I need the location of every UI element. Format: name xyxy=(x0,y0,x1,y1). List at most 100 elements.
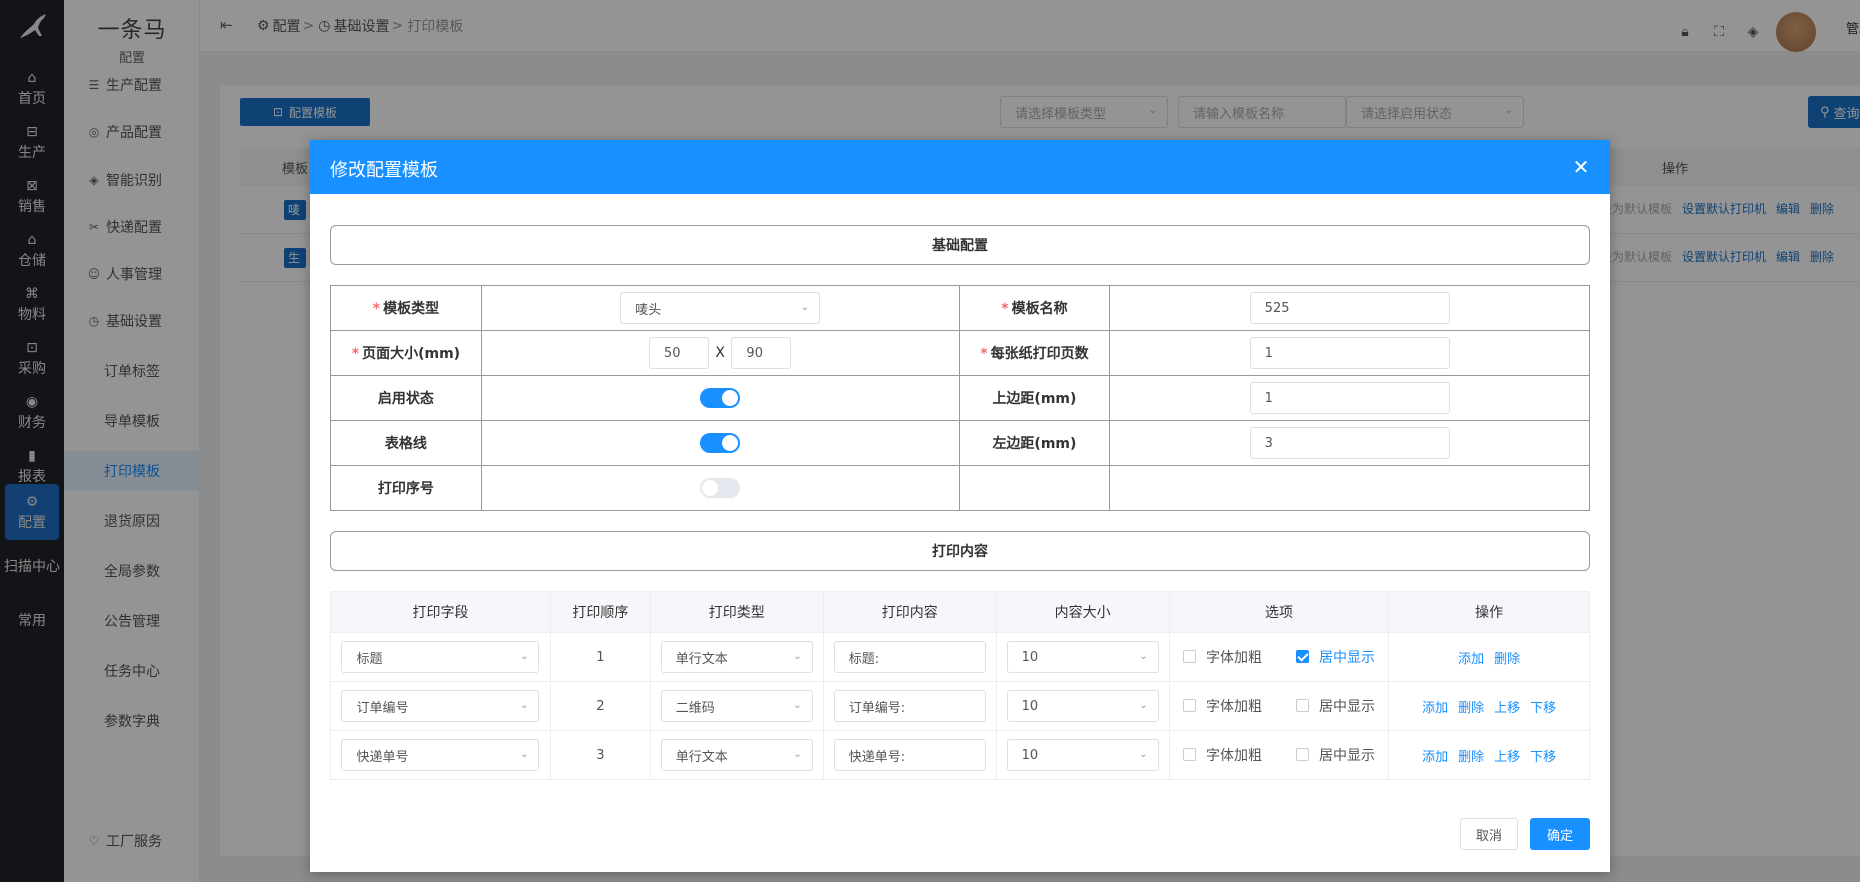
field-select[interactable]: 订单编号 ⌄ xyxy=(341,690,540,722)
bold-option[interactable]: 字体加粗 xyxy=(1182,647,1262,667)
print-content-input[interactable]: 快递单号: xyxy=(833,739,986,771)
print-table-body: 标题 ⌄ 1 单行文本 ⌄ 标题: 10 ⌄ 字体加粗 居中显示 添加 删除 订单编号 ⌄ 2 二维码 ⌄ 订单编… xyxy=(330,632,1590,780)
field-cell: 订单编号 ⌄ xyxy=(330,681,551,731)
chevron-down-icon: ⌄ xyxy=(793,651,802,662)
options-cell: 字体加粗 居中显示 xyxy=(1168,681,1390,731)
row-action-link[interactable]: 添加 xyxy=(1458,652,1484,667)
print-content-input[interactable]: 订单编号: xyxy=(833,690,986,722)
enabled-cell xyxy=(480,375,960,421)
template-name-label: * 模板名称 xyxy=(958,285,1111,331)
row-action-link[interactable]: 下移 xyxy=(1530,701,1556,716)
page-height-input[interactable]: 90 xyxy=(731,337,792,369)
content-size-select[interactable]: 10 ⌄ xyxy=(1006,690,1159,722)
template-type-select[interactable]: 唛头 ⌄ xyxy=(620,292,821,324)
template-name-input[interactable]: 525 xyxy=(1249,292,1450,324)
page-size-x: X xyxy=(715,345,725,361)
edit-template-dialog: 修改配置模板 ✕ 基础配置 * 模板类型 唛头 ⌄ * 模板名称 525 * 页面大小(… xyxy=(310,140,1610,872)
row-action-link[interactable]: 上移 xyxy=(1494,701,1520,716)
center-checkbox[interactable] xyxy=(1295,748,1309,762)
content-size-select[interactable]: 10 ⌄ xyxy=(1006,641,1159,673)
grid-lines-cell xyxy=(480,420,960,466)
table-row: * 页面大小(mm) 50 X 90 * 每张纸打印页数 1 xyxy=(330,330,1590,376)
center-option[interactable]: 居中显示 xyxy=(1295,696,1375,716)
print-content-section[interactable]: 打印内容 xyxy=(330,531,1590,571)
grid-lines-switch[interactable] xyxy=(700,433,741,453)
print-content-input[interactable]: 标题: xyxy=(833,641,986,673)
basic-config-section[interactable]: 基础配置 xyxy=(330,225,1590,265)
bold-option[interactable]: 字体加粗 xyxy=(1182,745,1262,765)
required-mark: * xyxy=(351,346,360,362)
row-action-link[interactable]: 删除 xyxy=(1458,701,1484,716)
row-action-link[interactable]: 删除 xyxy=(1494,652,1520,667)
dialog-header: 修改配置模板 ✕ xyxy=(310,140,1610,194)
row-action-link[interactable]: 下移 xyxy=(1530,750,1556,765)
actions-cell: 添加 删除 上移 下移 xyxy=(1388,730,1590,780)
print-content-table: 打印字段 打印顺序 打印类型 打印内容 内容大小 选项 操作 标题 ⌄ 1 单行文本 ⌄… xyxy=(330,591,1590,780)
print-serial-switch[interactable] xyxy=(700,478,741,498)
pages-per-sheet-input[interactable]: 1 xyxy=(1249,337,1450,369)
table-row: 订单编号 ⌄ 2 二维码 ⌄ 订单编号: 10 ⌄ 字体加粗 居中显示 添加 删除 上移 下移 xyxy=(330,681,1590,731)
required-mark: * xyxy=(372,301,381,317)
bold-option[interactable]: 字体加粗 xyxy=(1182,696,1262,716)
field-cell: 标题 ⌄ xyxy=(330,632,551,682)
switch-knob xyxy=(722,435,739,451)
row-action-link[interactable]: 添加 xyxy=(1422,750,1448,765)
order-cell: 1 xyxy=(549,632,651,682)
bold-checkbox[interactable] xyxy=(1182,650,1196,664)
column-header: 选项 xyxy=(1168,591,1390,633)
bold-checkbox[interactable] xyxy=(1182,699,1196,713)
size-cell: 10 ⌄ xyxy=(995,681,1170,731)
page-size-label: * 页面大小(mm) xyxy=(330,330,482,376)
cancel-button[interactable]: 取消 xyxy=(1460,818,1518,850)
dialog-title: 修改配置模板 xyxy=(330,160,438,181)
row-action-link[interactable]: 上移 xyxy=(1494,750,1520,765)
pages-per-sheet-label: * 每张纸打印页数 xyxy=(958,330,1111,376)
chevron-down-icon: ⌄ xyxy=(1139,651,1148,662)
chevron-down-icon: ⌄ xyxy=(1139,700,1148,711)
field-select[interactable]: 标题 ⌄ xyxy=(341,641,540,673)
template-name-cell: 525 xyxy=(1109,285,1590,331)
enabled-switch[interactable] xyxy=(700,388,741,408)
center-option[interactable]: 居中显示 xyxy=(1295,647,1375,667)
center-checkbox[interactable] xyxy=(1295,650,1309,664)
required-mark: * xyxy=(980,346,988,362)
print-type-select[interactable]: 单行文本 ⌄ xyxy=(660,641,813,673)
content-cell: 标题: xyxy=(822,632,997,682)
order-cell: 2 xyxy=(549,681,651,731)
table-row: 启用状态 上边距(mm) 1 xyxy=(330,375,1590,421)
chevron-down-icon: ⌄ xyxy=(793,700,802,711)
row-action-link[interactable]: 删除 xyxy=(1458,750,1484,765)
close-icon[interactable]: ✕ xyxy=(1568,154,1594,180)
pages-per-sheet-cell: 1 xyxy=(1109,330,1590,376)
field-cell: 快递单号 ⌄ xyxy=(330,730,551,780)
field-select[interactable]: 快递单号 ⌄ xyxy=(341,739,540,771)
top-margin-label: 上边距(mm) xyxy=(958,375,1111,421)
content-cell: 订单编号: xyxy=(822,681,997,731)
column-header: 打印类型 xyxy=(649,591,824,633)
print-type-select[interactable]: 二维码 ⌄ xyxy=(660,690,813,722)
bold-checkbox[interactable] xyxy=(1182,748,1196,762)
chevron-down-icon: ⌄ xyxy=(793,749,802,760)
top-margin-input[interactable]: 1 xyxy=(1249,382,1450,414)
left-margin-cell: 3 xyxy=(1109,420,1590,466)
empty-cell xyxy=(958,465,1111,511)
actions-cell: 添加 删除 xyxy=(1388,632,1590,682)
confirm-button[interactable]: 确定 xyxy=(1530,818,1590,850)
top-margin-cell: 1 xyxy=(1109,375,1590,421)
center-checkbox[interactable] xyxy=(1295,699,1309,713)
left-margin-input[interactable]: 3 xyxy=(1249,427,1450,459)
type-cell: 单行文本 ⌄ xyxy=(649,730,824,780)
table-row: 打印序号 xyxy=(330,465,1590,511)
actions-cell: 添加 删除 上移 下移 xyxy=(1388,681,1590,731)
center-option[interactable]: 居中显示 xyxy=(1295,745,1375,765)
size-cell: 10 ⌄ xyxy=(995,632,1170,682)
page-width-input[interactable]: 50 xyxy=(648,337,709,369)
chevron-down-icon: ⌄ xyxy=(520,651,529,662)
print-type-select[interactable]: 单行文本 ⌄ xyxy=(660,739,813,771)
table-row: 表格线 左边距(mm) 3 xyxy=(330,420,1590,466)
column-header: 操作 xyxy=(1388,591,1590,633)
row-action-link[interactable]: 添加 xyxy=(1422,701,1448,716)
content-size-select[interactable]: 10 ⌄ xyxy=(1006,739,1159,771)
switch-knob xyxy=(702,480,719,496)
template-type-cell: 唛头 ⌄ xyxy=(480,285,960,331)
